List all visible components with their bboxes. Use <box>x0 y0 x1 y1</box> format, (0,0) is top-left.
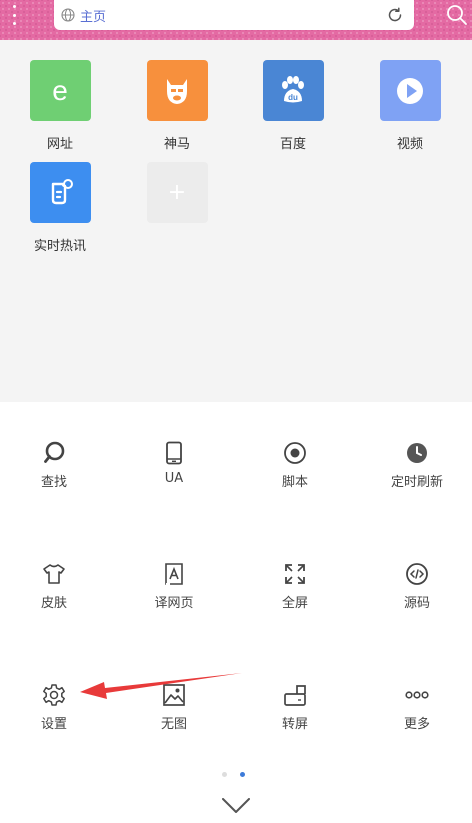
baidu-paw-icon: du <box>262 60 324 121</box>
page-indicator <box>222 770 252 778</box>
menu-item-skin[interactable]: 皮肤 <box>4 562 104 622</box>
shortcut-news[interactable]: 实时热讯 <box>10 162 110 262</box>
record-icon <box>284 442 306 464</box>
menu-item-more[interactable]: 更多 <box>367 683 467 743</box>
shortcut-wangzhi[interactable]: e 网址 <box>10 60 110 160</box>
url-text: 主页 <box>80 10 107 25</box>
shortcut-add[interactable]: + <box>127 162 227 262</box>
tshirt-icon <box>43 564 65 584</box>
search-icon <box>44 441 65 463</box>
image-icon <box>163 684 185 706</box>
fullscreen-icon <box>285 564 305 584</box>
menu-label: UA <box>164 471 184 486</box>
menu-item-timed-refresh[interactable]: 定时刷新 <box>367 441 467 501</box>
menu-item-rotate-screen[interactable]: 转屏 <box>245 683 345 743</box>
shortcut-label: 实时热讯 <box>33 239 86 254</box>
translate-icon <box>165 563 183 585</box>
gear-icon <box>43 684 65 706</box>
menu-label: 皮肤 <box>40 596 67 611</box>
menu-label: 脚本 <box>281 475 308 490</box>
globe-icon <box>61 8 75 22</box>
shortcut-label: 百度 <box>279 137 306 152</box>
page-dot[interactable] <box>222 771 227 777</box>
refresh-icon[interactable] <box>386 6 404 24</box>
menu-label: 全屏 <box>281 596 308 611</box>
e-letter-icon: e <box>29 60 91 121</box>
home-shortcuts-area: e 网址 神马 du 百度 视频 实时热讯 + <box>0 40 472 402</box>
rotate-screen-icon <box>284 685 306 706</box>
menu-label: 定时刷新 <box>390 475 443 490</box>
menu-item-translate[interactable]: 译网页 <box>124 562 224 622</box>
page-dot-active[interactable] <box>240 771 245 777</box>
menu-item-fullscreen[interactable]: 全屏 <box>245 562 345 622</box>
shortcut-label: 神马 <box>163 137 190 152</box>
menu-item-source-code[interactable]: 源码 <box>367 562 467 622</box>
menu-item-no-image[interactable]: 无图 <box>124 683 224 743</box>
menu-label: 更多 <box>403 717 430 732</box>
menu-item-ua[interactable]: UA <box>124 441 224 501</box>
menu-label: 译网页 <box>154 596 194 611</box>
search-icon[interactable] <box>446 4 468 26</box>
more-icon <box>405 691 429 699</box>
menu-label: 无图 <box>160 717 187 732</box>
news-icon <box>29 162 91 223</box>
menu-item-find[interactable]: 查找 <box>4 441 104 501</box>
menu-label: 转屏 <box>281 717 308 732</box>
shortcut-baidu[interactable]: du 百度 <box>243 60 343 160</box>
top-bar: 主页 <box>0 0 472 40</box>
menu-label: 查找 <box>40 475 67 490</box>
shortcut-label: 网址 <box>46 137 73 152</box>
shortcut-label: 视频 <box>396 137 423 152</box>
code-icon <box>406 563 428 585</box>
alpaca-icon <box>146 60 208 121</box>
chevron-down-icon[interactable] <box>222 798 250 814</box>
menu-label: 设置 <box>40 717 67 732</box>
shortcut-shenma[interactable]: 神马 <box>127 60 227 160</box>
shortcut-video[interactable]: 视频 <box>360 60 460 160</box>
play-icon <box>379 60 441 121</box>
add-icon: + <box>146 162 208 223</box>
address-bar[interactable]: 主页 <box>54 0 414 30</box>
menu-item-settings[interactable]: 设置 <box>4 683 104 743</box>
menu-item-script[interactable]: 脚本 <box>245 441 345 501</box>
phone-icon <box>166 441 182 465</box>
menu-dots-icon[interactable] <box>8 5 20 25</box>
menu-label: 源码 <box>403 596 430 611</box>
svg-text:e: e <box>52 75 68 106</box>
clock-icon <box>407 443 427 463</box>
svg-text:du: du <box>288 93 298 102</box>
